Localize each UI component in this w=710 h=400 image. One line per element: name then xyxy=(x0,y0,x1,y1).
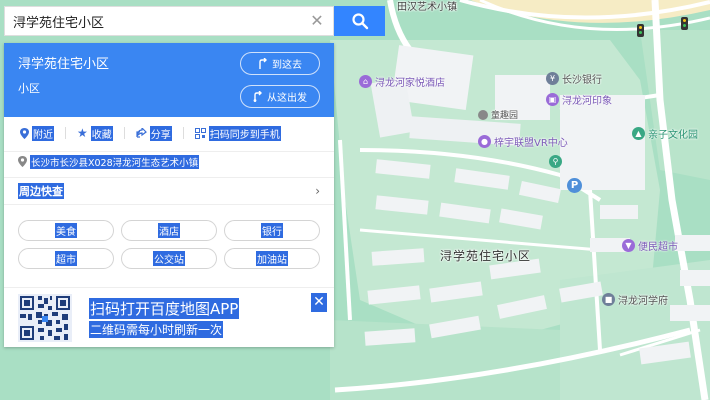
restroom-icon: ⚲ xyxy=(549,155,562,168)
close-icon[interactable]: ✕ xyxy=(307,12,327,32)
game-icon: ● xyxy=(478,135,491,148)
poi-bank[interactable]: ¥ 长沙银行 xyxy=(546,71,602,86)
start-from-here-button[interactable]: 从这出发 xyxy=(240,85,320,108)
category-gas-station[interactable]: 加油站 xyxy=(224,248,320,269)
chevron-right-icon: › xyxy=(315,184,320,198)
address-row: 长沙市长沙县X028浔龙河生态艺术小镇 xyxy=(4,151,334,171)
route-icon xyxy=(259,58,267,69)
qr-title: 扫码打开百度地图APP xyxy=(89,298,240,319)
map-label-top: 田汉艺术小镇 xyxy=(397,2,457,13)
poi-supermarket[interactable]: ▼ 便民超市 xyxy=(622,238,678,253)
school-icon: ■ xyxy=(602,293,615,306)
qr-subtitle: 二维码需每小时刷新一次 xyxy=(89,321,224,338)
map-label-area: 浔学苑住宅小区 xyxy=(440,249,532,263)
bank-icon: ¥ xyxy=(546,72,559,85)
search-icon xyxy=(351,13,368,30)
qr-code-icon xyxy=(18,294,72,342)
hotel-icon: ⌂ xyxy=(359,75,372,88)
action-row: 附近 ★ 收藏 分享 扫码同步到手机 xyxy=(4,121,334,145)
favorite-action[interactable]: ★ 收藏 xyxy=(75,125,115,142)
divider xyxy=(123,127,125,139)
location-pin-icon xyxy=(20,127,29,139)
poi-vr-center[interactable]: ● 梓宇联盟VR中心 xyxy=(478,134,568,149)
nearby-title: 周边快查 xyxy=(18,183,64,199)
landmark-icon: ▣ xyxy=(546,93,559,106)
category-food[interactable]: 美食 xyxy=(18,220,114,241)
category-hotel[interactable]: 酒店 xyxy=(121,220,217,241)
address-text: 长沙市长沙县X028浔龙河生态艺术小镇 xyxy=(30,154,200,169)
shopping-cart-icon: ▼ xyxy=(622,239,635,252)
category-bus-stop[interactable]: 公交站 xyxy=(121,248,217,269)
poi-park[interactable]: ▲ 亲子文化园 xyxy=(632,126,698,141)
goto-button[interactable]: 到这去 xyxy=(240,52,320,75)
divider xyxy=(182,127,184,139)
park-icon: ▲ xyxy=(632,127,645,140)
category-supermarket[interactable]: 超市 xyxy=(18,248,114,269)
qr-scan-icon xyxy=(194,127,206,139)
close-icon[interactable]: ✕ xyxy=(311,293,327,312)
search-box: ✕ xyxy=(4,6,334,36)
category-grid: 美食 酒店 银行 超市 公交站 加油站 xyxy=(18,220,320,269)
search-button[interactable] xyxy=(334,6,385,36)
share-action[interactable]: 分享 xyxy=(134,125,174,142)
sync-to-phone-action[interactable]: 扫码同步到手机 xyxy=(193,125,283,142)
place-type: 小区 xyxy=(18,82,40,95)
nearby-action[interactable]: 附近 xyxy=(18,125,56,142)
qr-promo: 扫码打开百度地图APP 二维码需每小时刷新一次 ✕ xyxy=(4,287,334,347)
star-icon: ★ xyxy=(77,126,88,140)
poi-building[interactable]: 童趣园 xyxy=(478,108,518,121)
place-info-panel: 浔学苑住宅小区 小区 到这去 从这出发 附近 ★ 收藏 分享 扫码同步到手机 长… xyxy=(4,43,334,347)
search-input[interactable] xyxy=(5,7,300,35)
route-start-icon xyxy=(253,91,262,102)
share-icon xyxy=(136,128,147,138)
poi-school[interactable]: ■ 浔龙河学府 xyxy=(602,292,668,307)
traffic-light-icon xyxy=(637,24,644,37)
location-pin-icon xyxy=(18,156,27,167)
category-bank[interactable]: 银行 xyxy=(224,220,320,241)
poi-landmark[interactable]: ▣ 浔龙河印象 xyxy=(546,92,612,107)
traffic-light-icon xyxy=(681,17,688,30)
poi-restroom[interactable]: ⚲ xyxy=(549,155,562,168)
parking-icon[interactable]: P xyxy=(567,178,582,193)
panel-header: 浔学苑住宅小区 小区 到这去 从这出发 xyxy=(4,43,334,117)
poi-hotel[interactable]: ⌂ 浔龙河家悦酒店 xyxy=(359,74,445,89)
building-icon xyxy=(478,109,488,120)
place-name: 浔学苑住宅小区 xyxy=(18,57,110,72)
divider xyxy=(65,127,66,139)
nearby-quick-search[interactable]: 周边快查 › xyxy=(4,177,334,205)
